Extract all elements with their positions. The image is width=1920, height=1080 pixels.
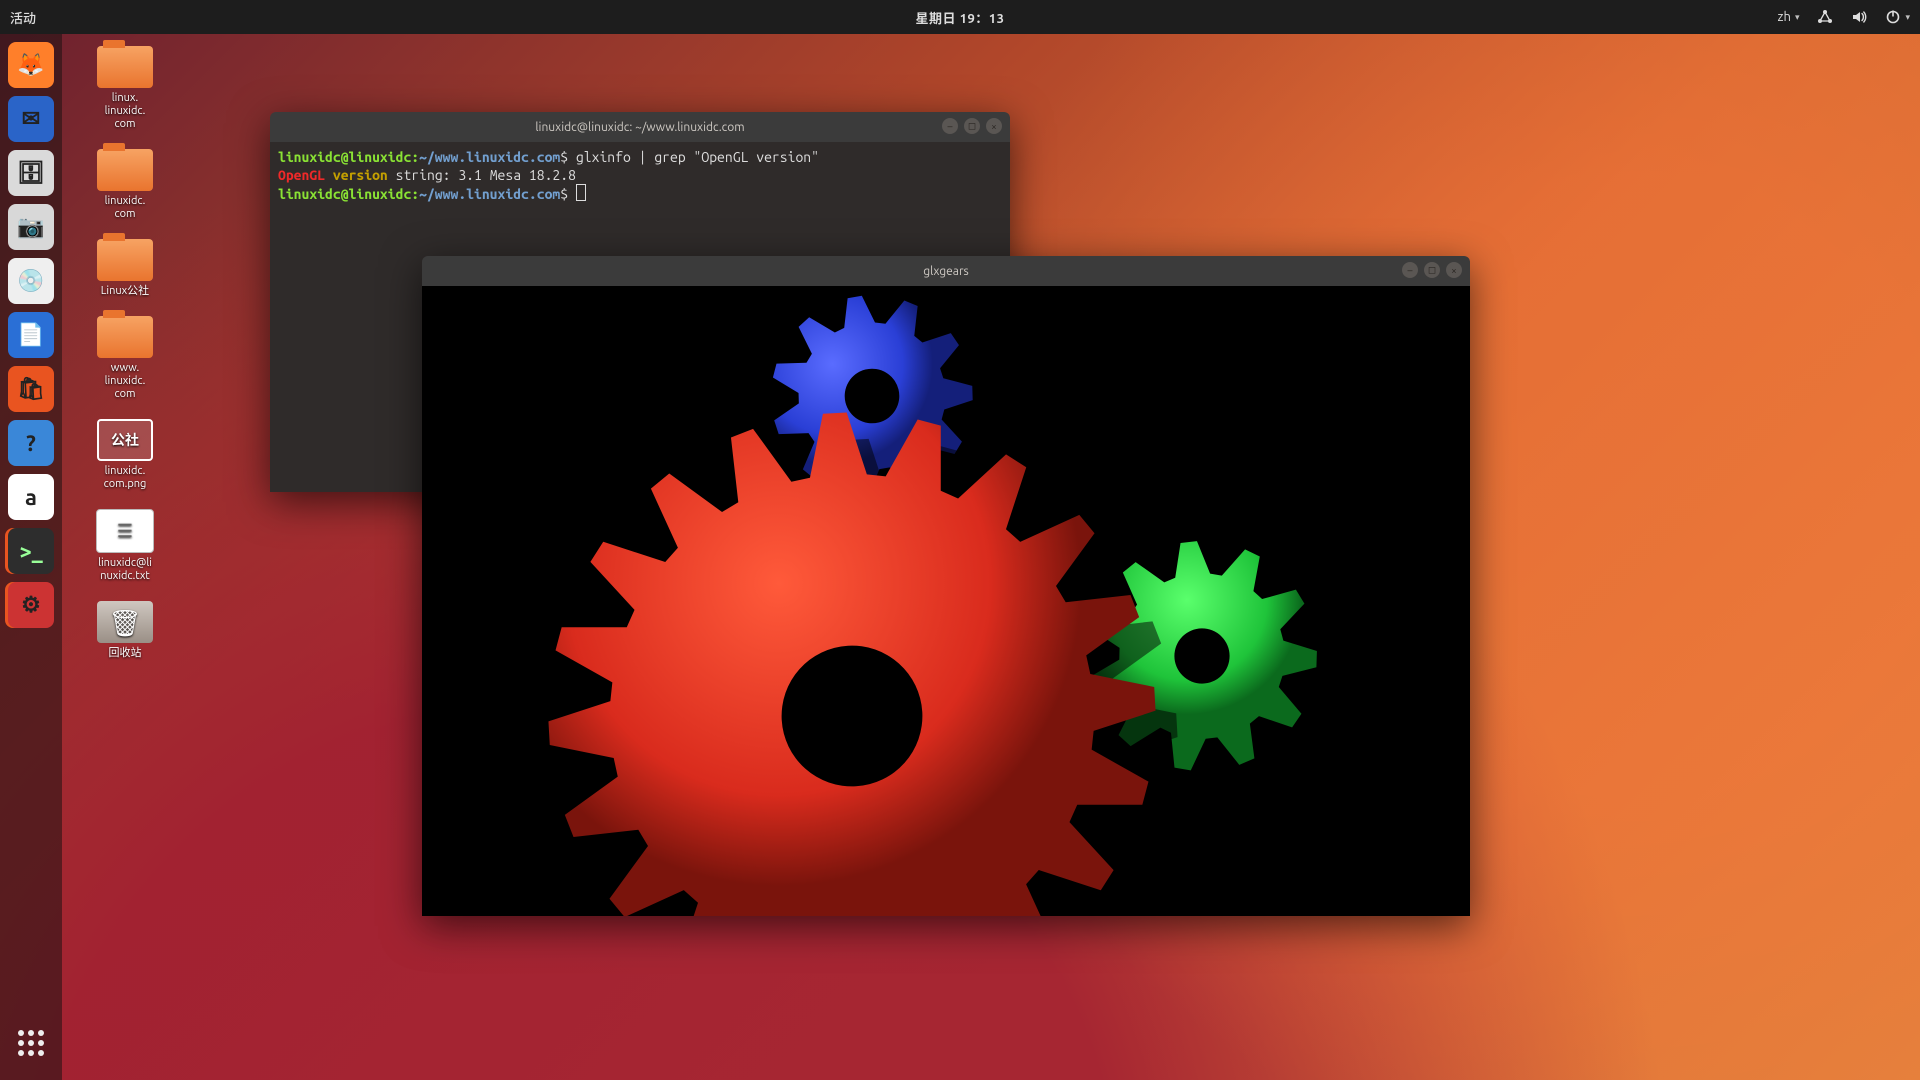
close-button[interactable]: × xyxy=(1446,262,1462,278)
desktop-icon-label: 回收站 xyxy=(109,647,142,660)
gears-svg xyxy=(422,286,1470,916)
desktop-folder-icon[interactable]: linux. linuxidc. com xyxy=(80,46,170,131)
desktop-folder-icon[interactable]: Linux公社 xyxy=(80,239,170,298)
desktop-icon-label: Linux公社 xyxy=(101,285,149,298)
power-icon[interactable]: ▾ xyxy=(1885,9,1910,25)
desktop-image-icon[interactable]: 公社linuxidc. com.png xyxy=(80,419,170,491)
dock-software[interactable]: 🛍 xyxy=(8,366,54,412)
dock-glxgears[interactable]: ⚙ xyxy=(8,582,54,628)
dock-thunderbird[interactable]: ✉ xyxy=(8,96,54,142)
dock-firefox[interactable]: 🦊 xyxy=(8,42,54,88)
minimize-button[interactable]: – xyxy=(1402,262,1418,278)
dock: 🦊 ✉ 🗄 📷 💿 📄 🛍? a >_ ⚙ xyxy=(0,34,62,1080)
ime-indicator[interactable]: zh▾ xyxy=(1778,10,1800,24)
desktop-icon-label: linuxidc. com.png xyxy=(104,465,147,491)
maximize-button[interactable]: ◻ xyxy=(1424,262,1440,278)
glxgears-canvas xyxy=(422,286,1470,916)
glxgears-title: glxgears xyxy=(923,265,968,278)
glxgears-window[interactable]: glxgears – ◻ × xyxy=(422,256,1470,916)
activities-button[interactable]: 活动 xyxy=(10,8,36,27)
dock-help[interactable]: ? xyxy=(8,420,54,466)
terminal-titlebar[interactable]: linuxidc@linuxidc: ~/www.linuxidc.com – … xyxy=(270,112,1010,142)
clock[interactable]: 星期日 19：13 xyxy=(916,8,1005,27)
desktop-trash-icon[interactable]: 🗑回收站 xyxy=(80,601,170,660)
terminal-title: linuxidc@linuxidc: ~/www.linuxidc.com xyxy=(535,121,744,134)
desktop-icon-label: linux. linuxidc. com xyxy=(105,92,146,131)
desktop-folder-icon[interactable]: www. linuxidc. com xyxy=(80,316,170,401)
desktop-text-icon[interactable]: ☰linuxidc@li nuxidc.txt xyxy=(80,509,170,583)
desktop-icon-label: linuxidc@li nuxidc.txt xyxy=(98,557,152,583)
desktop-icons: linux. linuxidc. com linuxidc. com Linux公社… xyxy=(80,46,170,660)
close-button[interactable]: × xyxy=(986,118,1002,134)
dock-terminal[interactable]: >_ xyxy=(8,528,54,574)
red-gear xyxy=(510,374,1216,916)
dock-files[interactable]: 🗄 xyxy=(8,150,54,196)
dock-shotwell[interactable]: 📷 xyxy=(8,204,54,250)
dock-rhythmbox[interactable]: 💿 xyxy=(8,258,54,304)
desktop-folder-icon[interactable]: linuxidc. com xyxy=(80,149,170,221)
volume-icon[interactable] xyxy=(1851,9,1867,25)
minimize-button[interactable]: – xyxy=(942,118,958,134)
glxgears-titlebar[interactable]: glxgears – ◻ × xyxy=(422,256,1470,286)
show-applications-button[interactable] xyxy=(8,1020,54,1066)
dock-amazon[interactable]: a xyxy=(8,474,54,520)
top-bar: 活动 星期日 19：13 zh▾ ▾ xyxy=(0,0,1920,34)
desktop-icon-label: www. linuxidc. com xyxy=(105,362,146,401)
maximize-button[interactable]: ◻ xyxy=(964,118,980,134)
dock-libreoffice-writer[interactable]: 📄 xyxy=(8,312,54,358)
desktop-icon-label: linuxidc. com xyxy=(105,195,146,221)
network-icon[interactable] xyxy=(1817,9,1833,25)
